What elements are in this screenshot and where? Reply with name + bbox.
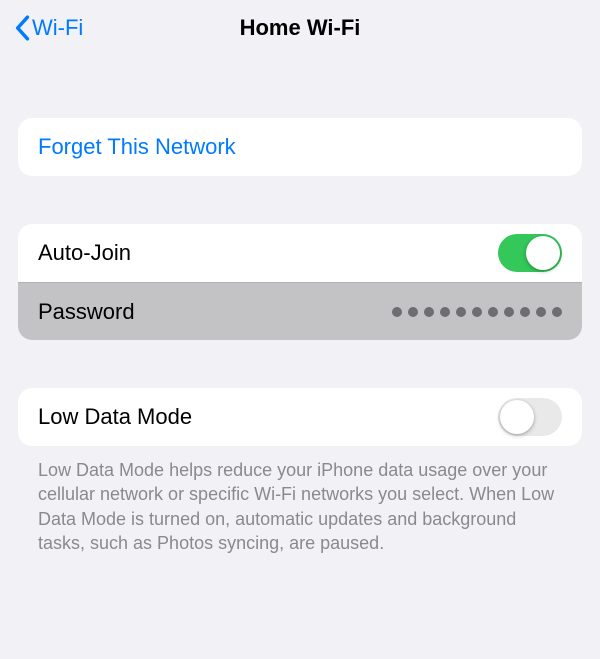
content: Forget This Network Auto-Join Password L… [0,118,600,555]
forget-network-label: Forget This Network [38,134,236,160]
password-dot [472,307,482,317]
auto-join-toggle[interactable] [498,234,562,272]
forget-network-group: Forget This Network [18,118,582,176]
password-dot [392,307,402,317]
password-row[interactable]: Password [18,282,582,340]
password-value-masked [392,307,562,317]
chevron-left-icon [14,15,30,41]
password-dot [424,307,434,317]
password-dot [536,307,546,317]
password-dot [552,307,562,317]
low-data-toggle[interactable] [498,398,562,436]
back-label: Wi-Fi [32,15,83,41]
auto-join-label: Auto-Join [38,240,131,266]
low-data-label: Low Data Mode [38,404,192,430]
password-dot [408,307,418,317]
forget-network-button[interactable]: Forget This Network [18,118,582,176]
password-dot [440,307,450,317]
nav-bar: Wi-Fi Home Wi-Fi [0,0,600,56]
back-button[interactable]: Wi-Fi [6,9,91,47]
low-data-row: Low Data Mode [18,388,582,446]
connection-group: Auto-Join Password [18,224,582,340]
password-dot [488,307,498,317]
password-dot [520,307,530,317]
password-label: Password [38,299,135,325]
auto-join-row: Auto-Join [18,224,582,282]
low-data-group: Low Data Mode [18,388,582,446]
low-data-footer: Low Data Mode helps reduce your iPhone d… [18,446,582,555]
password-dot [504,307,514,317]
password-dot [456,307,466,317]
